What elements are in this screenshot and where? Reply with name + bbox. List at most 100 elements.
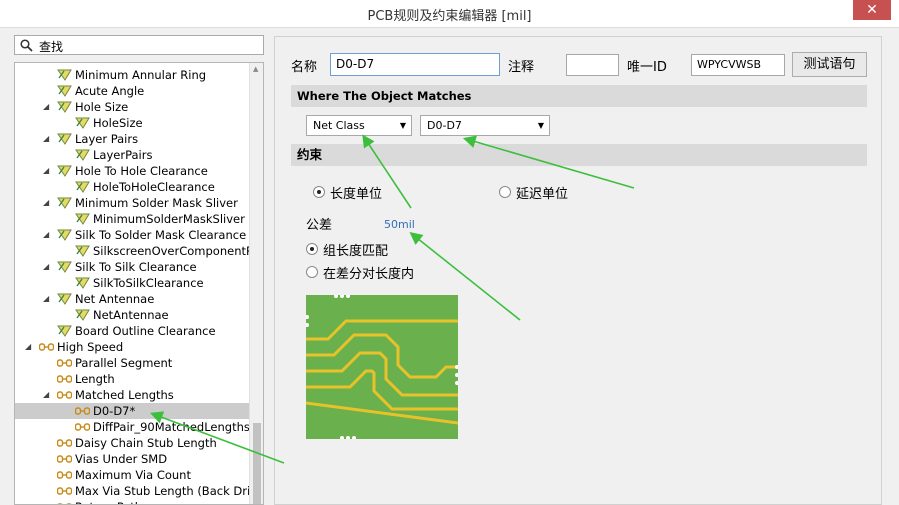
- where-header: Where The Object Matches: [291, 85, 867, 107]
- highspeed-icon: [74, 405, 91, 417]
- tree-item[interactable]: ◢ Layer Pairs: [15, 131, 249, 147]
- comment-field[interactable]: [566, 54, 619, 76]
- expand-arrow-icon[interactable]: ◢: [43, 99, 53, 115]
- highspeed-icon: [56, 389, 73, 401]
- rule-icon: [75, 117, 90, 129]
- expand-arrow-icon[interactable]: ◢: [43, 227, 53, 243]
- tree-item[interactable]: ◢ Hole To Hole Clearance: [15, 163, 249, 179]
- chevron-down-icon: ▼: [537, 121, 544, 130]
- tree-item[interactable]: ◢ Silk To Solder Mask Clearance: [15, 227, 249, 243]
- expand-arrow-icon[interactable]: ◢: [43, 291, 53, 307]
- rule-icon: [57, 197, 72, 209]
- tree-item[interactable]: Acute Angle: [15, 83, 249, 99]
- tree-item[interactable]: Daisy Chain Stub Length: [15, 435, 249, 451]
- tree-item-label: SilkscreenOverComponentPads: [93, 244, 264, 258]
- scope-type-value: Net Class: [313, 119, 365, 132]
- scroll-thumb[interactable]: [253, 423, 261, 504]
- tree-item[interactable]: SilkToSilkClearance: [15, 275, 249, 291]
- tree-item[interactable]: SilkscreenOverComponentPads: [15, 243, 263, 259]
- tree-item-label: NetAntennae: [93, 308, 169, 322]
- tree-item[interactable]: ◢ Net Antennae: [15, 291, 249, 307]
- scroll-up-icon[interactable]: ▲: [253, 65, 258, 73]
- tree-item[interactable]: HoleSize: [15, 115, 249, 131]
- group-match-radio[interactable]: [306, 243, 318, 255]
- rule-icon: [57, 69, 72, 81]
- tree-item-label: SilkToSilkClearance: [93, 276, 204, 290]
- tree-item-label: Acute Angle: [75, 84, 145, 98]
- comment-label: 注释: [508, 60, 535, 75]
- tree-item-label: HoleSize: [93, 116, 143, 130]
- tree-item[interactable]: Vias Under SMD: [15, 451, 249, 467]
- tree-item-label: High Speed: [57, 340, 124, 354]
- expand-arrow-icon[interactable]: ◢: [43, 387, 53, 403]
- tolerance-label: 公差: [306, 218, 333, 233]
- tree-item[interactable]: Board Outline Clearance: [15, 323, 249, 339]
- tree-item[interactable]: Max Via Stub Length (Back Drilling): [15, 483, 263, 499]
- length-unit-label: 长度单位: [330, 187, 383, 202]
- tree-item-label: Silk To Solder Mask Clearance: [75, 228, 247, 242]
- tree-item[interactable]: Minimum Annular Ring: [15, 67, 249, 83]
- tree-item[interactable]: LayerPairs: [15, 147, 249, 163]
- group-match-label: 组长度匹配: [323, 244, 389, 259]
- expand-arrow-icon[interactable]: ◢: [43, 131, 53, 147]
- test-query-button[interactable]: 测试语句: [792, 52, 867, 77]
- tree-item[interactable]: ◢ Hole Size: [15, 99, 249, 115]
- tree-item[interactable]: DiffPair_90MatchedLengths: [15, 419, 250, 435]
- expand-arrow-icon[interactable]: ◢: [25, 339, 35, 355]
- rule-icon: [57, 293, 72, 305]
- highspeed-icon: [57, 501, 72, 504]
- window-title: PCB规则及约束编辑器 [mil]: [367, 9, 532, 24]
- scope-type-select[interactable]: Net Class ▼: [306, 115, 412, 136]
- tree-item[interactable]: Return Path: [15, 499, 249, 504]
- uid-field[interactable]: WPYCVWSB: [691, 54, 785, 76]
- rule-icon: [57, 133, 72, 145]
- highspeed-icon: [56, 485, 73, 497]
- rule-icon: [75, 213, 90, 225]
- tree-item[interactable]: MinimumSolderMaskSliver: [15, 211, 249, 227]
- tree-item-label: Hole Size: [75, 100, 129, 114]
- tree-item-label: Minimum Annular Ring: [75, 68, 207, 82]
- tolerance-value[interactable]: 50mil: [384, 218, 415, 231]
- tree-item[interactable]: D0-D7*: [15, 403, 249, 419]
- tree-item-label: LayerPairs: [93, 148, 153, 162]
- tree-item-label: DiffPair_90MatchedLengths: [93, 420, 250, 434]
- expand-arrow-icon[interactable]: ◢: [43, 163, 53, 179]
- tree-item-label: Daisy Chain Stub Length: [75, 436, 217, 450]
- delay-unit-label: 延迟单位: [516, 187, 569, 202]
- tree-scrollbar[interactable]: ▲: [249, 63, 263, 504]
- rule-icon: [75, 245, 90, 257]
- rule-tree[interactable]: Minimum Annular Ring Acute Angle ◢ Hole Siz…: [14, 62, 264, 505]
- tree-item[interactable]: Parallel Segment: [15, 355, 249, 371]
- tree-item-label: Net Antennae: [75, 292, 155, 306]
- rule-icon: [57, 85, 72, 97]
- scope-value-value: D0-D7: [427, 119, 462, 132]
- tree-item[interactable]: ◢ Matched Lengths: [15, 387, 249, 403]
- within-pair-label: 在差分对长度内: [323, 267, 415, 282]
- length-unit-radio[interactable]: [313, 186, 325, 198]
- highspeed-icon: [56, 357, 73, 369]
- tree-item[interactable]: Maximum Via Count: [15, 467, 249, 483]
- tree-item[interactable]: NetAntennae: [15, 307, 249, 323]
- tree-item[interactable]: HoleToHoleClearance: [15, 179, 249, 195]
- rule-editor-panel: 名称 D0-D7 注释 唯一ID WPYCVWSB 测试语句 Where The…: [274, 36, 882, 505]
- expand-arrow-icon[interactable]: ◢: [43, 259, 53, 275]
- scope-value-select[interactable]: D0-D7 ▼: [420, 115, 550, 136]
- tree-item-label: D0-D7*: [93, 404, 136, 418]
- expand-arrow-icon[interactable]: ◢: [43, 195, 53, 211]
- tree-item-label: Maximum Via Count: [75, 468, 191, 482]
- close-button[interactable]: ✕: [853, 0, 891, 20]
- highspeed-icon: [56, 453, 73, 465]
- highspeed-icon: [56, 373, 73, 385]
- rule-icon: [75, 181, 90, 193]
- tree-item[interactable]: ◢ High Speed: [15, 339, 249, 355]
- search-box[interactable]: 查找: [14, 35, 264, 55]
- tree-item[interactable]: ◢ Silk To Silk Clearance: [15, 259, 249, 275]
- delay-unit-radio[interactable]: [499, 186, 511, 198]
- uid-label: 唯一ID: [627, 60, 667, 75]
- constraints-header: 约束: [291, 144, 867, 166]
- tree-item[interactable]: Length: [15, 371, 249, 387]
- rule-icon: [57, 165, 72, 177]
- within-pair-radio[interactable]: [306, 266, 318, 278]
- name-field[interactable]: D0-D7: [330, 53, 500, 76]
- tree-item[interactable]: ◢ Minimum Solder Mask Sliver: [15, 195, 249, 211]
